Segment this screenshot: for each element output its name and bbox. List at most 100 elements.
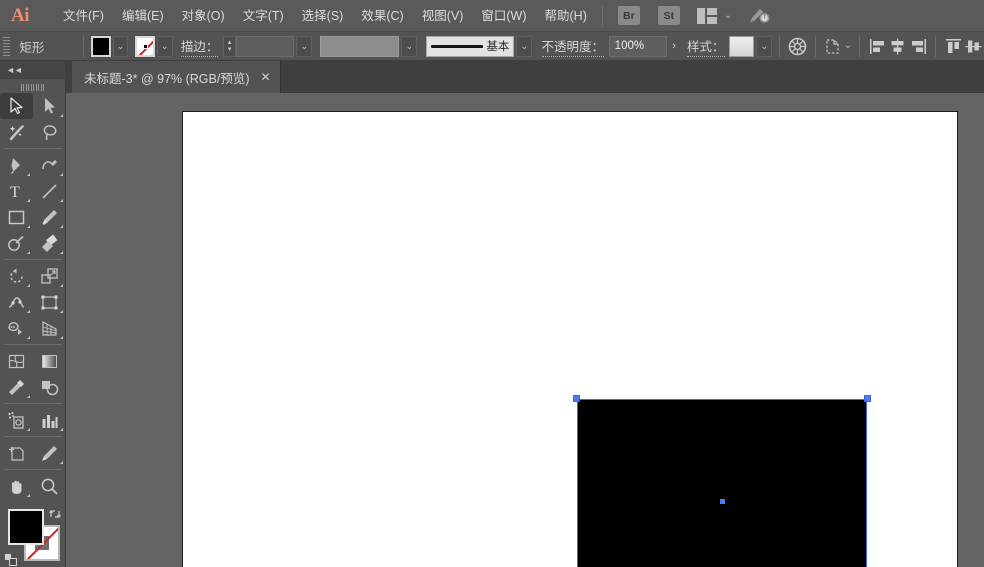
arrange-documents-icon[interactable]	[696, 7, 717, 24]
anchor-center-point	[719, 498, 725, 504]
shape-builder-tool[interactable]	[0, 315, 33, 341]
brush-definition-label: 基本	[486, 41, 510, 53]
column-graph-tool[interactable]	[33, 407, 66, 433]
stroke-color-swatch[interactable]	[133, 34, 156, 58]
control-bar-divider-3	[814, 35, 816, 57]
recolor-artwork-icon[interactable]	[787, 35, 807, 57]
control-bar-grip[interactable]	[3, 35, 11, 57]
transform-icon[interactable]	[822, 35, 842, 57]
artboard[interactable]	[182, 111, 958, 567]
black-rectangle[interactable]	[577, 399, 867, 567]
default-fill-stroke-icon[interactable]	[4, 553, 18, 567]
stroke-swatch-dropdown[interactable]: ⌄	[156, 35, 173, 57]
menu-effect[interactable]: 效果(C)	[352, 0, 412, 32]
rectangle-tool[interactable]	[0, 204, 33, 230]
align-vertical-center-icon[interactable]	[964, 35, 984, 57]
tools-panel-grip[interactable]	[0, 79, 65, 93]
paintbrush-tool[interactable]	[33, 204, 66, 230]
fill-color-indicator[interactable]	[8, 509, 44, 545]
free-transform-tool[interactable]	[33, 289, 66, 315]
control-bar: 矩形 ⌄ ⌄ 描边： ▴ ▾ ⌄ ⌄ 基本 ⌄ 不透明度： 100% › 样式： …	[0, 32, 984, 61]
menu-object[interactable]: 对象(O)	[173, 0, 234, 32]
brush-definition-preview[interactable]: 基本	[425, 35, 515, 57]
handle-top-left[interactable]	[573, 395, 580, 402]
menu-view[interactable]: 视图(V)	[413, 0, 473, 32]
stock-button[interactable]: St	[657, 6, 680, 25]
eraser-tool[interactable]	[33, 230, 66, 256]
fill-color-swatch[interactable]	[89, 34, 112, 58]
shaper-tool[interactable]	[0, 230, 33, 256]
opacity-options-arrow[interactable]: ›	[667, 36, 682, 57]
opacity-label[interactable]: 不透明度：	[541, 36, 605, 57]
align-right-icon[interactable]	[908, 35, 928, 57]
chevron-down-icon[interactable]: ⌄	[724, 10, 732, 21]
app-logo-icon: Ai	[11, 4, 30, 26]
fill-stroke-control	[0, 505, 66, 567]
brush-stroke-preview-icon	[430, 44, 483, 48]
gradient-tool[interactable]	[33, 348, 66, 374]
align-left-icon[interactable]	[867, 35, 887, 57]
close-icon[interactable]: ✕	[261, 71, 271, 83]
tool-context-label: 矩形	[19, 40, 45, 55]
document-tab[interactable]: 未标题-3* @ 97% (RGB/预览) ✕	[72, 61, 281, 93]
opacity-input[interactable]: 100%	[608, 35, 667, 57]
brush-definition-dropdown[interactable]: ⌄	[516, 35, 533, 57]
selection-tool[interactable]	[0, 93, 33, 119]
swap-fill-stroke-icon[interactable]	[48, 507, 62, 521]
style-label[interactable]: 样式：	[687, 36, 725, 57]
line-segment-tool[interactable]	[33, 178, 66, 204]
direct-selection-tool[interactable]	[33, 93, 66, 119]
stroke-profile-dropdown[interactable]: ⌄	[401, 35, 418, 57]
perspective-grid-tool[interactable]	[33, 315, 66, 341]
black-rectangle-selection[interactable]	[573, 395, 871, 567]
document-tab-bar: 未标题-3* @ 97% (RGB/预览) ✕	[0, 61, 984, 93]
curvature-tool[interactable]	[33, 152, 66, 178]
collapse-panel-icon[interactable]: ◄◄	[6, 65, 23, 75]
align-horizontal-center-icon[interactable]	[887, 35, 907, 57]
slice-tool[interactable]	[33, 440, 66, 466]
rotate-tool[interactable]	[0, 263, 33, 289]
align-top-icon[interactable]	[943, 35, 963, 57]
menu-window[interactable]: 窗口(W)	[472, 0, 535, 32]
lasso-tool[interactable]	[33, 119, 66, 145]
stroke-weight-stepper[interactable]: ▴ ▾	[223, 35, 237, 57]
menu-type[interactable]: 文字(T)	[234, 0, 293, 32]
stroke-profile-input[interactable]	[319, 35, 400, 57]
menu-file[interactable]: 文件(F)	[54, 0, 113, 32]
stroke-weight-input[interactable]	[236, 35, 295, 57]
stroke-weight-label[interactable]: 描边：	[180, 36, 219, 57]
rocket-launch-icon[interactable]	[748, 6, 772, 26]
menu-help[interactable]: 帮助(H)	[536, 0, 596, 32]
width-tool[interactable]	[0, 289, 33, 315]
canvas-area[interactable]	[66, 93, 984, 567]
pen-tool[interactable]	[0, 152, 33, 178]
tools-panel-header[interactable]: ◄◄	[0, 61, 65, 79]
control-bar-divider-2	[779, 35, 781, 57]
handle-top-right[interactable]	[864, 395, 871, 402]
stroke-weight-dropdown[interactable]: ⌄	[296, 35, 313, 57]
control-bar-divider-4	[859, 35, 861, 57]
transform-dropdown-icon[interactable]: ⌄	[844, 41, 852, 51]
eyedropper-tool[interactable]	[0, 374, 33, 400]
type-tool[interactable]: T	[0, 178, 33, 204]
fill-swatch-dropdown[interactable]: ⌄	[112, 35, 129, 57]
graphic-style-swatch[interactable]	[729, 35, 755, 57]
zoom-tool[interactable]	[33, 473, 66, 499]
menu-select[interactable]: 选择(S)	[293, 0, 353, 32]
artboard-tool[interactable]	[0, 440, 33, 466]
blend-tool[interactable]	[33, 374, 66, 400]
tool-grid: T	[0, 93, 65, 499]
symbol-sprayer-tool[interactable]	[0, 407, 33, 433]
menu-edit[interactable]: 编辑(E)	[113, 0, 173, 32]
mesh-tool[interactable]	[0, 348, 33, 374]
control-bar-divider	[82, 35, 84, 57]
document-tab-title: 未标题-3* @ 97% (RGB/预览)	[84, 71, 250, 86]
magic-wand-tool[interactable]	[0, 119, 33, 145]
bridge-button[interactable]: Br	[617, 6, 640, 25]
control-bar-divider-5	[935, 35, 937, 57]
graphic-style-dropdown[interactable]: ⌄	[756, 35, 773, 57]
scale-tool[interactable]	[33, 263, 66, 289]
hand-tool[interactable]	[0, 473, 33, 499]
illustrator-window: Ai 文件(F) 编辑(E) 对象(O) 文字(T) 选择(S) 效果(C) 视…	[0, 0, 984, 567]
menu-divider	[601, 5, 603, 26]
